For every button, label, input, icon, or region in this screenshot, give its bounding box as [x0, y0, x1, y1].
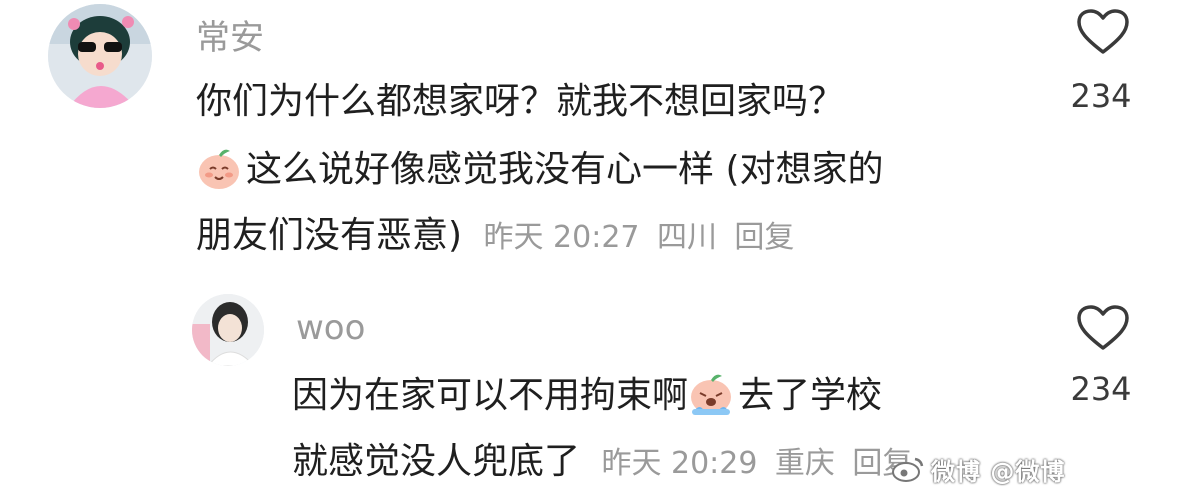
avatar[interactable] — [48, 4, 152, 108]
comment-text-line: 你们为什么都想家呀？就我不想回家吗？ — [196, 72, 844, 124]
comment-text: 你们为什么都想家呀？就我不想回家吗？ — [196, 81, 845, 122]
comment-text: 就感觉没人兜底了 — [292, 441, 581, 482]
avatar[interactable] — [192, 294, 264, 366]
like-count: 234 — [1070, 370, 1132, 408]
comment-text: 去了学校 — [738, 375, 883, 416]
reply-button[interactable]: 回复 — [734, 220, 794, 255]
comment-text-line: 就感觉没人兜底了 昨天 20:29 重庆 回复 — [292, 432, 912, 484]
heart-icon[interactable] — [1076, 304, 1130, 356]
username[interactable]: woo — [296, 308, 365, 348]
heart-icon[interactable] — [1076, 8, 1130, 60]
comment-time: 昨天 20:27 — [483, 220, 640, 255]
comment-text: 这么说好像感觉我没有心一样 (对想家的 — [246, 149, 884, 190]
comment-time: 昨天 20:29 — [601, 446, 758, 481]
comment-text-line: 这么说好像感觉我没有心一样 (对想家的 — [196, 140, 884, 200]
comment-text: 因为在家可以不用拘束啊 — [292, 375, 689, 416]
avatar-image — [48, 4, 152, 108]
like-count: 234 — [1070, 77, 1132, 115]
comment-location: 四川 — [656, 220, 717, 255]
comment-text-line: 朋友们没有恶意) 昨天 20:27 四川 回复 — [196, 206, 794, 258]
smiling-peach-emoji — [196, 145, 242, 200]
weibo-logo-icon — [892, 457, 924, 482]
comment-text: 朋友们没有恶意) — [196, 215, 463, 256]
watermark-text: 微博 @微博 — [931, 457, 1066, 486]
watermark: 微博 @微博 — [891, 454, 1161, 486]
comment-text-line: 因为在家可以不用拘束啊 去了学校 — [292, 366, 882, 426]
crying-peach-emoji — [688, 371, 734, 426]
avatar-image — [192, 294, 264, 366]
comment-item: 常安 你们为什么都想家呀？就我不想回家吗？ 这么说好像感觉我没有心一样 (对想家… — [0, 0, 1179, 270]
comment-location: 重庆 — [774, 446, 835, 481]
username[interactable]: 常安 — [196, 10, 264, 59]
